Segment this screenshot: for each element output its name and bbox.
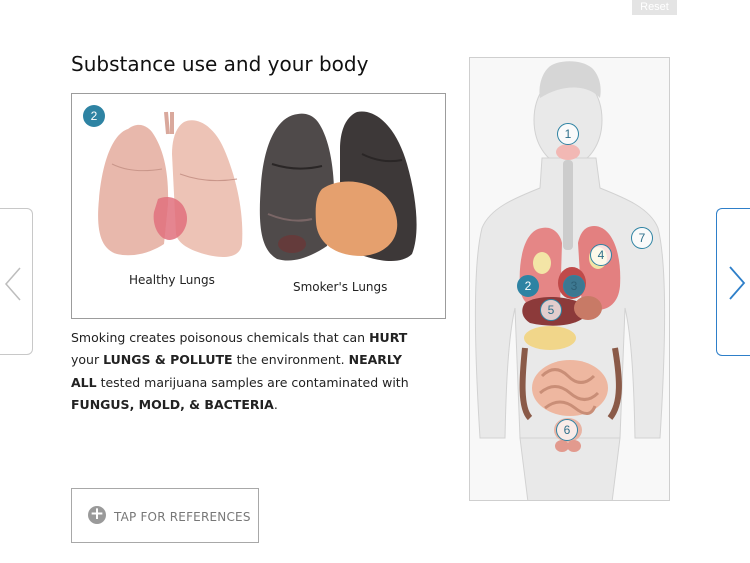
chevron-left-icon	[5, 267, 21, 301]
smokers-lungs-image	[259, 111, 417, 261]
lungs-illustration	[98, 111, 417, 261]
references-label: TAP FOR REFERENCES	[114, 510, 251, 524]
body-marker-6[interactable]: 6	[556, 419, 578, 441]
next-button[interactable]	[716, 208, 750, 356]
body-marker-1[interactable]: 1	[557, 123, 579, 145]
body-map-panel: 1 2 3 4 5 6 7	[469, 57, 670, 501]
chevron-right-icon	[729, 266, 746, 300]
healthy-lungs-caption: Healthy Lungs	[129, 273, 215, 287]
plus-icon: +	[88, 504, 106, 524]
body-marker-5[interactable]: 5	[540, 299, 562, 321]
body-marker-3[interactable]: 3	[563, 275, 585, 297]
page-title: Substance use and your body	[71, 52, 369, 76]
smokers-lungs-caption: Smoker's Lungs	[293, 280, 388, 294]
lungs-image-panel: 2 Healthy Lungs Smoker's Lungs	[71, 93, 446, 319]
body-marker-7[interactable]: 7	[631, 227, 653, 249]
prev-button[interactable]	[0, 208, 33, 355]
references-button[interactable]: + TAP FOR REFERENCES	[71, 488, 259, 543]
body-marker-4[interactable]: 4	[590, 244, 612, 266]
healthy-lungs-image	[98, 111, 243, 257]
description-text: Smoking creates poisonous chemicals that…	[71, 330, 409, 412]
body-marker-2[interactable]: 2	[517, 275, 539, 297]
reset-button[interactable]: Reset	[632, 0, 677, 15]
